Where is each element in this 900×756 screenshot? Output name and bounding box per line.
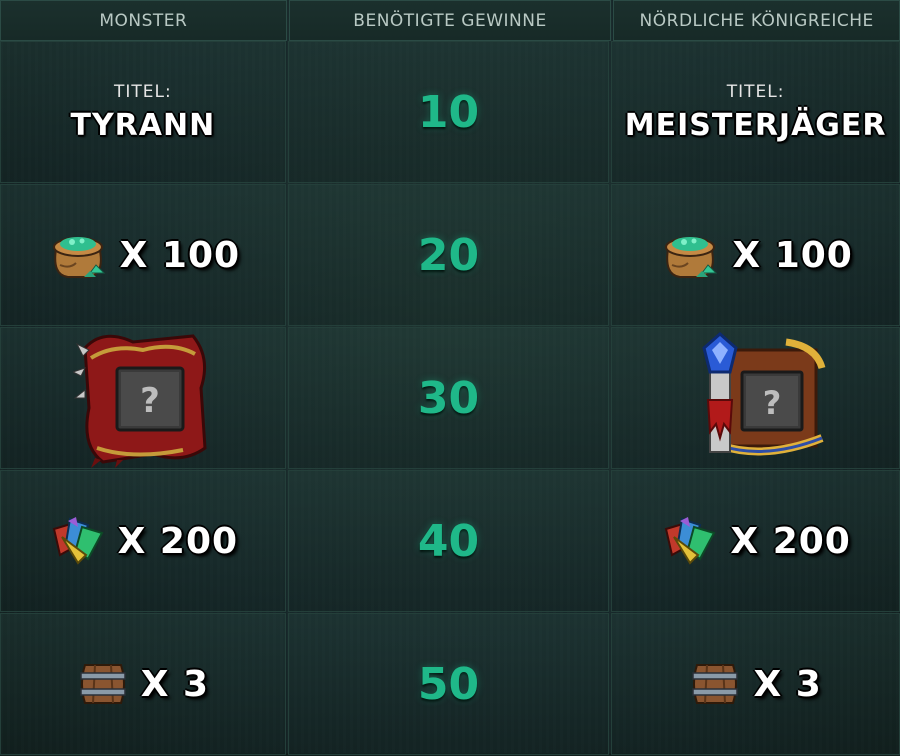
required-wins-cell: 40: [287, 470, 610, 612]
required-wins-cell: 20: [287, 184, 610, 326]
required-wins-cell: 10: [287, 41, 610, 183]
monster-reward-cell: TITEL: TYRANN: [0, 41, 286, 183]
keg-reward: X 3: [77, 659, 209, 709]
rewards-table: MONSTER BENÖTIGTE GEWINNE NÖRDLICHE KÖNI…: [0, 0, 900, 756]
frame-placeholder: ?: [762, 384, 781, 422]
required-wins-value: 10: [417, 86, 480, 138]
northern-realms-title-reward: TITEL: MEISTERJÄGER: [625, 82, 887, 143]
monster-avatar-frame-icon: ?: [72, 328, 213, 468]
northern-realms-reward-cell: X 200: [611, 470, 900, 612]
required-wins-value: 50: [417, 658, 480, 710]
reward-quantity: X 200: [117, 520, 239, 562]
required-wins-value: 20: [417, 229, 480, 281]
reward-quantity: X 100: [119, 234, 241, 276]
frame-placeholder: ?: [140, 381, 160, 421]
card-scraps-icon: [48, 515, 106, 567]
reward-quantity: X 3: [140, 663, 210, 705]
keg-icon: [77, 659, 129, 709]
reward-rows: TITEL: TYRANN 10 TITEL: MEISTERJÄGER X 1…: [0, 41, 900, 756]
monster-reward-cell: ?: [0, 327, 286, 469]
required-wins-value: 30: [417, 372, 480, 424]
keg-icon: [689, 659, 741, 709]
reward-quantity: X 3: [753, 663, 822, 705]
table-row: ? 30 ?: [0, 327, 900, 469]
monster-reward-cell: X 200: [0, 470, 286, 612]
required-wins-value: 40: [417, 515, 480, 567]
table-row: X 3 50 X 3: [0, 613, 900, 755]
reward-quantity: X 100: [732, 234, 853, 276]
northern-realms-reward-cell: ?: [611, 327, 900, 469]
title-label: TITEL:: [113, 81, 172, 102]
table-header: MONSTER BENÖTIGTE GEWINNE NÖRDLICHE KÖNI…: [0, 0, 900, 41]
table-row: X 100 20 X 100: [0, 184, 900, 326]
reward-quantity: X 200: [730, 520, 851, 562]
northern-realms-avatar-frame-icon: ?: [686, 328, 826, 468]
ore-sack-icon: [46, 229, 108, 281]
scraps-reward: X 200: [660, 515, 850, 567]
header-required-wins: BENÖTIGTE GEWINNE: [288, 0, 612, 41]
header-northern-realms: NÖRDLICHE KÖNIGREICHE: [613, 0, 900, 41]
header-monster: MONSTER: [0, 0, 287, 41]
table-row: X 200 40 X 200: [0, 470, 900, 612]
title-name: TYRANN: [70, 107, 216, 143]
required-wins-cell: 30: [287, 327, 610, 469]
monster-title-reward: TITEL: TYRANN: [70, 82, 215, 143]
required-wins-cell: 50: [287, 613, 610, 755]
table-row: TITEL: TYRANN 10 TITEL: MEISTERJÄGER: [0, 41, 900, 183]
card-scraps-icon: [660, 515, 718, 567]
northern-realms-reward-cell: TITEL: MEISTERJÄGER: [611, 41, 900, 183]
ore-reward: X 100: [658, 229, 852, 281]
ore-sack-icon: [658, 229, 720, 281]
title-label: TITEL:: [726, 81, 785, 102]
ore-reward: X 100: [46, 229, 240, 281]
title-name: MEISTERJÄGER: [624, 107, 887, 143]
keg-reward: X 3: [689, 659, 821, 709]
northern-realms-reward-cell: X 100: [611, 184, 900, 326]
scraps-reward: X 200: [48, 515, 238, 567]
monster-reward-cell: X 3: [0, 613, 286, 755]
monster-reward-cell: X 100: [0, 184, 286, 326]
northern-realms-reward-cell: X 3: [611, 613, 900, 755]
